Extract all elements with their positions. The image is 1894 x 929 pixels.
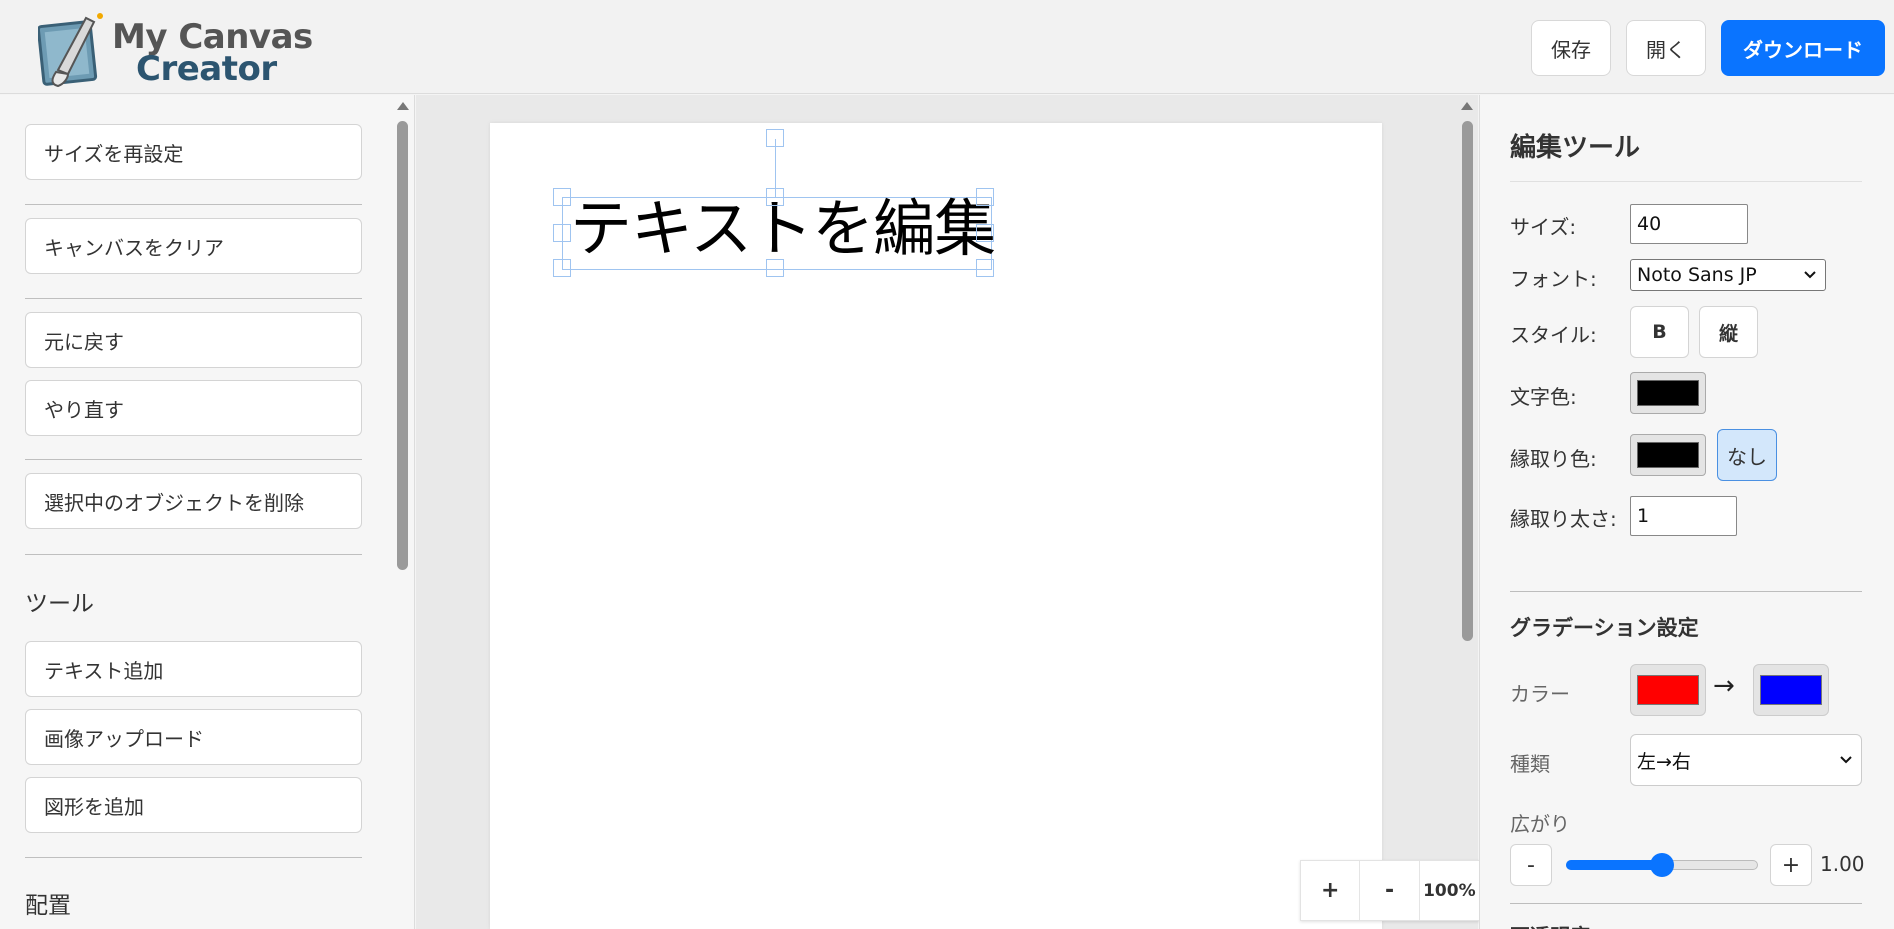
- font-select[interactable]: Noto Sans JP: [1630, 259, 1826, 291]
- zoom-controls: + - 100%: [1300, 860, 1480, 921]
- app-logo[interactable]: My Canvas Creator: [38, 6, 328, 90]
- canvas-scrollbar-thumb[interactable]: [1462, 121, 1473, 641]
- canvas-scroll-up-arrow-icon[interactable]: [1461, 102, 1473, 110]
- resize-canvas-button[interactable]: サイズを再設定: [25, 124, 362, 180]
- size-input[interactable]: 40: [1630, 204, 1748, 244]
- resize-handle-right[interactable]: [976, 224, 994, 242]
- resize-handle-top-right[interactable]: [976, 188, 994, 206]
- gradient-settings-title: グラデーション設定: [1510, 616, 1699, 640]
- text-color-picker[interactable]: [1630, 372, 1706, 414]
- gradient-type-value: 左→右: [1637, 750, 1691, 773]
- resize-handle-top[interactable]: [766, 188, 784, 206]
- divider: [1510, 181, 1862, 182]
- spread-label: 広がり: [1510, 812, 1570, 836]
- redo-button[interactable]: やり直す: [25, 380, 362, 436]
- rotation-handle[interactable]: [766, 129, 784, 147]
- chevron-down-icon: [1804, 271, 1816, 279]
- app-header: My Canvas Creator 保存 開く ダウンロード: [0, 0, 1894, 94]
- zoom-in-button[interactable]: +: [1301, 861, 1361, 920]
- gradient-type-label: 種類: [1510, 752, 1550, 776]
- gradient-arrow-icon: →: [1713, 671, 1735, 701]
- edit-tools-title: 編集ツール: [1510, 133, 1641, 163]
- divider: [25, 459, 362, 460]
- delete-selected-button[interactable]: 選択中のオブジェクトを削除: [25, 473, 362, 529]
- stroke-color-swatch: [1637, 442, 1699, 468]
- spread-value: 1.00: [1820, 852, 1865, 876]
- opacity-section-title: 不透明度: [1510, 920, 1590, 929]
- vertical-text-button[interactable]: 縦: [1699, 306, 1758, 358]
- brush-canvas-logo-icon: [38, 13, 103, 88]
- bold-button[interactable]: B: [1630, 306, 1689, 358]
- no-stroke-button[interactable]: なし: [1717, 429, 1777, 481]
- stroke-width-input[interactable]: 1: [1630, 496, 1737, 536]
- resize-handle-left[interactable]: [553, 224, 571, 242]
- divider: [1510, 591, 1862, 592]
- upload-image-button[interactable]: 画像アップロード: [25, 709, 362, 765]
- resize-handle-bottom-left[interactable]: [553, 259, 571, 277]
- chevron-down-icon: [1840, 756, 1852, 764]
- gradient-end-swatch: [1760, 675, 1822, 705]
- undo-button[interactable]: 元に戻す: [25, 312, 362, 368]
- scroll-up-arrow-icon[interactable]: [397, 102, 409, 110]
- add-shape-button[interactable]: 図形を追加: [25, 777, 362, 833]
- spread-decrease-button[interactable]: -: [1510, 844, 1552, 886]
- resize-handle-bottom-right[interactable]: [976, 259, 994, 277]
- gradient-start-color-picker[interactable]: [1630, 664, 1706, 716]
- gradient-color-label: カラー: [1510, 682, 1570, 706]
- resize-handle-top-left[interactable]: [553, 188, 571, 206]
- open-button[interactable]: 開く: [1626, 20, 1706, 76]
- divider: [1510, 903, 1862, 904]
- stroke-width-label: 縁取り太さ:: [1510, 507, 1617, 531]
- divider: [25, 298, 362, 299]
- logo-title-line2: Creator: [136, 49, 277, 89]
- layout-heading: 配置: [25, 893, 71, 919]
- gradient-type-select[interactable]: 左→右: [1630, 734, 1862, 786]
- font-label: フォント:: [1510, 267, 1597, 291]
- zoom-out-button[interactable]: -: [1360, 861, 1420, 920]
- gradient-end-color-picker[interactable]: [1753, 664, 1829, 716]
- download-button[interactable]: ダウンロード: [1721, 20, 1885, 76]
- text-color-label: 文字色:: [1510, 385, 1577, 409]
- spread-slider-thumb[interactable]: [1650, 853, 1674, 877]
- style-label: スタイル:: [1510, 323, 1597, 347]
- font-select-value: Noto Sans JP: [1637, 264, 1757, 286]
- save-button[interactable]: 保存: [1531, 20, 1611, 76]
- stroke-color-label: 縁取り色:: [1510, 447, 1597, 471]
- divider: [25, 554, 362, 555]
- resize-handle-bottom[interactable]: [766, 259, 784, 277]
- spread-increase-button[interactable]: +: [1770, 844, 1812, 886]
- divider: [25, 857, 362, 858]
- spread-slider-fill: [1566, 860, 1662, 870]
- size-label: サイズ:: [1510, 215, 1577, 239]
- clear-canvas-button[interactable]: キャンバスをクリア: [25, 218, 362, 274]
- left-scrollbar-thumb[interactable]: [397, 121, 408, 570]
- zoom-level: 100%: [1423, 880, 1476, 901]
- divider: [25, 204, 362, 205]
- text-color-swatch: [1637, 380, 1699, 406]
- add-text-button[interactable]: テキスト追加: [25, 641, 362, 697]
- tools-heading: ツール: [25, 591, 94, 617]
- stroke-color-picker[interactable]: [1630, 434, 1706, 476]
- gradient-start-swatch: [1637, 675, 1699, 705]
